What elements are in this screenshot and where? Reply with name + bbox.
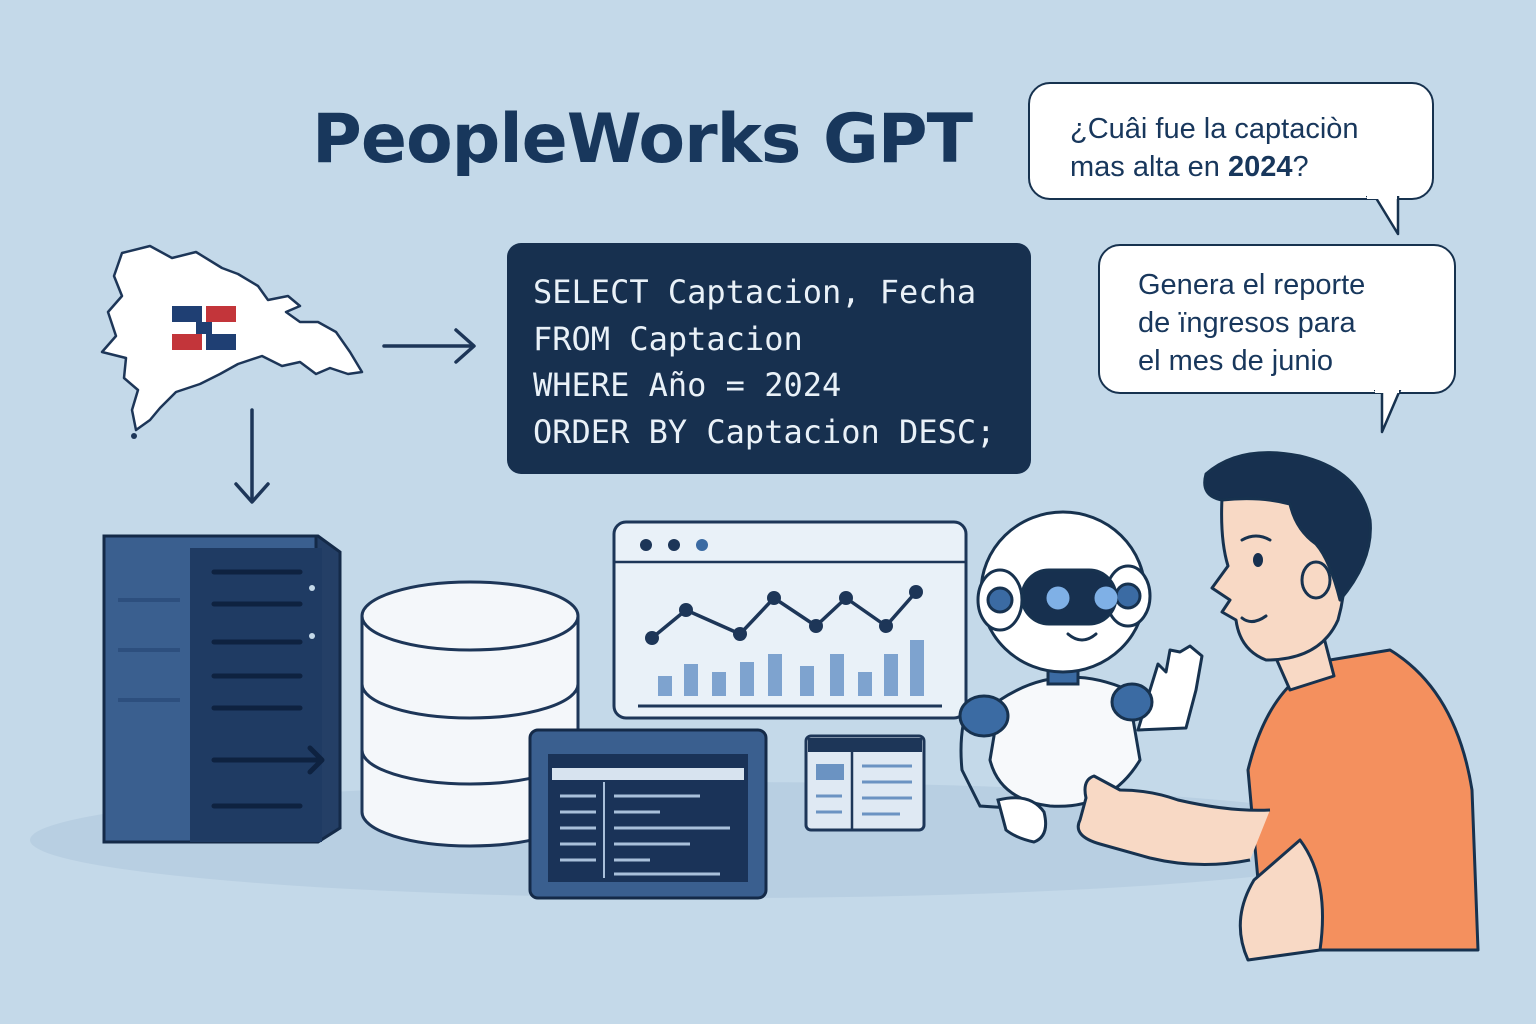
layout-window-icon	[804, 734, 926, 832]
map-icon	[100, 244, 364, 439]
speech-bubble-request: Genera el reporte de ïngresos para el me…	[1098, 244, 1456, 434]
bubble-text: mas alta en	[1070, 151, 1228, 183]
bubble-line: ¿Cuâi fue la captaciòn	[1070, 113, 1359, 145]
arrow-down-icon	[234, 408, 270, 504]
code-window-icon	[528, 728, 768, 900]
bubble-tail	[1366, 196, 1400, 236]
sql-line: ORDER BY Captacion DESC;	[533, 412, 996, 451]
sql-code-panel: SELECT Captacion, Fecha FROM Captacion W…	[507, 243, 1031, 474]
bubble-line: Genera el reporte	[1138, 269, 1366, 301]
chart-window-icon	[612, 520, 968, 720]
arrow-right-icon	[382, 328, 476, 364]
page-title: PeopleWorks GPT	[312, 100, 973, 179]
sql-line: SELECT Captacion, Fecha	[533, 273, 977, 311]
sql-line: WHERE Año = 2024	[533, 366, 842, 404]
bubble-line: mas alta en 2024?	[1070, 148, 1432, 186]
server-icon	[102, 534, 342, 844]
bubble-line: de ïngresos para	[1138, 307, 1356, 339]
bubble-line: el mes de junio	[1138, 345, 1334, 377]
bubble-tail	[1374, 390, 1402, 434]
speech-bubble-question: ¿Cuâi fue la captaciòn mas alta en 2024?	[1028, 82, 1434, 236]
bubble-text: ?	[1292, 151, 1309, 183]
sql-line: FROM Captacion	[533, 319, 803, 358]
bubble-year: 2024	[1227, 151, 1293, 183]
